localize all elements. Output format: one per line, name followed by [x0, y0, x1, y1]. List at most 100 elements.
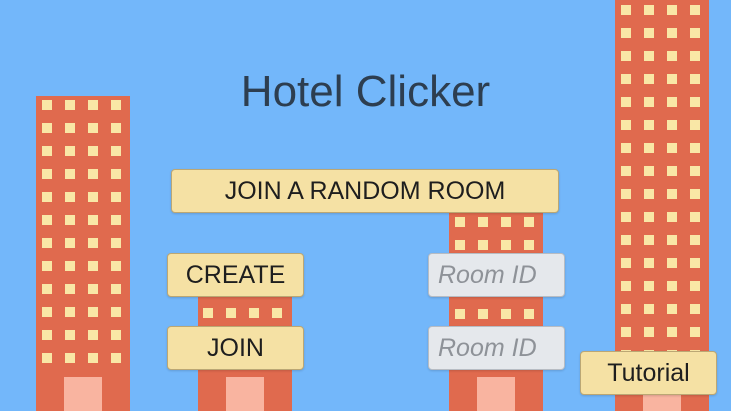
- window: [644, 212, 654, 222]
- window: [111, 238, 121, 248]
- window: [621, 51, 631, 61]
- join-room-id-input[interactable]: [428, 326, 565, 370]
- window: [667, 5, 677, 15]
- window: [644, 28, 654, 38]
- window: [111, 330, 121, 340]
- window: [501, 240, 511, 250]
- window: [644, 281, 654, 291]
- window: [621, 5, 631, 15]
- window: [65, 238, 75, 248]
- game-scene: Hotel Clicker JOIN A RANDOM ROOM CREATE …: [0, 0, 731, 411]
- join-random-room-button[interactable]: JOIN A RANDOM ROOM: [171, 169, 559, 213]
- window: [667, 51, 677, 61]
- window: [644, 304, 654, 314]
- window: [478, 217, 488, 227]
- join-room-button[interactable]: JOIN: [167, 326, 304, 370]
- window: [524, 240, 534, 250]
- window: [88, 307, 98, 317]
- window: [455, 217, 465, 227]
- window: [690, 258, 700, 268]
- window: [88, 192, 98, 202]
- window: [111, 215, 121, 225]
- hotel-door: [226, 377, 264, 411]
- window: [667, 143, 677, 153]
- window: [690, 5, 700, 15]
- window: [42, 353, 52, 363]
- window: [42, 192, 52, 202]
- window: [42, 169, 52, 179]
- window: [65, 215, 75, 225]
- window: [524, 217, 534, 227]
- window: [42, 307, 52, 317]
- window: [111, 353, 121, 363]
- window: [667, 235, 677, 245]
- window: [621, 189, 631, 199]
- window: [226, 308, 236, 318]
- window: [644, 189, 654, 199]
- center-right-hotel-building: [449, 210, 543, 411]
- window: [65, 330, 75, 340]
- window: [644, 235, 654, 245]
- window: [272, 308, 282, 318]
- window: [65, 146, 75, 156]
- window: [88, 261, 98, 271]
- window: [690, 235, 700, 245]
- window: [65, 307, 75, 317]
- window: [621, 281, 631, 291]
- window: [88, 353, 98, 363]
- window: [42, 215, 52, 225]
- window: [478, 240, 488, 250]
- game-title: Hotel Clicker: [240, 67, 491, 116]
- window: [644, 51, 654, 61]
- window: [644, 5, 654, 15]
- window: [667, 120, 677, 130]
- window: [203, 308, 213, 318]
- window: [621, 166, 631, 176]
- window: [65, 261, 75, 271]
- window: [690, 28, 700, 38]
- window: [65, 169, 75, 179]
- window: [690, 327, 700, 337]
- window: [42, 261, 52, 271]
- window: [621, 327, 631, 337]
- window: [501, 309, 511, 319]
- window: [667, 28, 677, 38]
- window: [621, 28, 631, 38]
- window: [111, 192, 121, 202]
- window: [690, 51, 700, 61]
- window: [111, 261, 121, 271]
- window: [111, 307, 121, 317]
- window: [88, 123, 98, 133]
- window: [621, 120, 631, 130]
- window: [478, 309, 488, 319]
- create-room-button[interactable]: CREATE: [167, 253, 304, 297]
- window: [621, 143, 631, 153]
- window: [42, 146, 52, 156]
- window: [88, 146, 98, 156]
- window: [690, 166, 700, 176]
- hotel-door: [64, 377, 102, 411]
- window: [111, 123, 121, 133]
- left-hotel-building: [36, 96, 130, 411]
- window: [667, 189, 677, 199]
- window: [667, 258, 677, 268]
- window: [621, 235, 631, 245]
- window: [249, 308, 259, 318]
- window: [88, 284, 98, 294]
- window: [111, 284, 121, 294]
- window: [42, 330, 52, 340]
- window: [690, 143, 700, 153]
- window: [88, 215, 98, 225]
- hotel-door: [477, 377, 515, 411]
- window: [455, 240, 465, 250]
- window: [42, 123, 52, 133]
- create-room-id-input[interactable]: [428, 253, 565, 297]
- window: [667, 327, 677, 337]
- window: [644, 166, 654, 176]
- window: [690, 304, 700, 314]
- window: [690, 212, 700, 222]
- tutorial-button[interactable]: Tutorial: [580, 351, 717, 395]
- window: [111, 146, 121, 156]
- window: [524, 309, 534, 319]
- window: [65, 353, 75, 363]
